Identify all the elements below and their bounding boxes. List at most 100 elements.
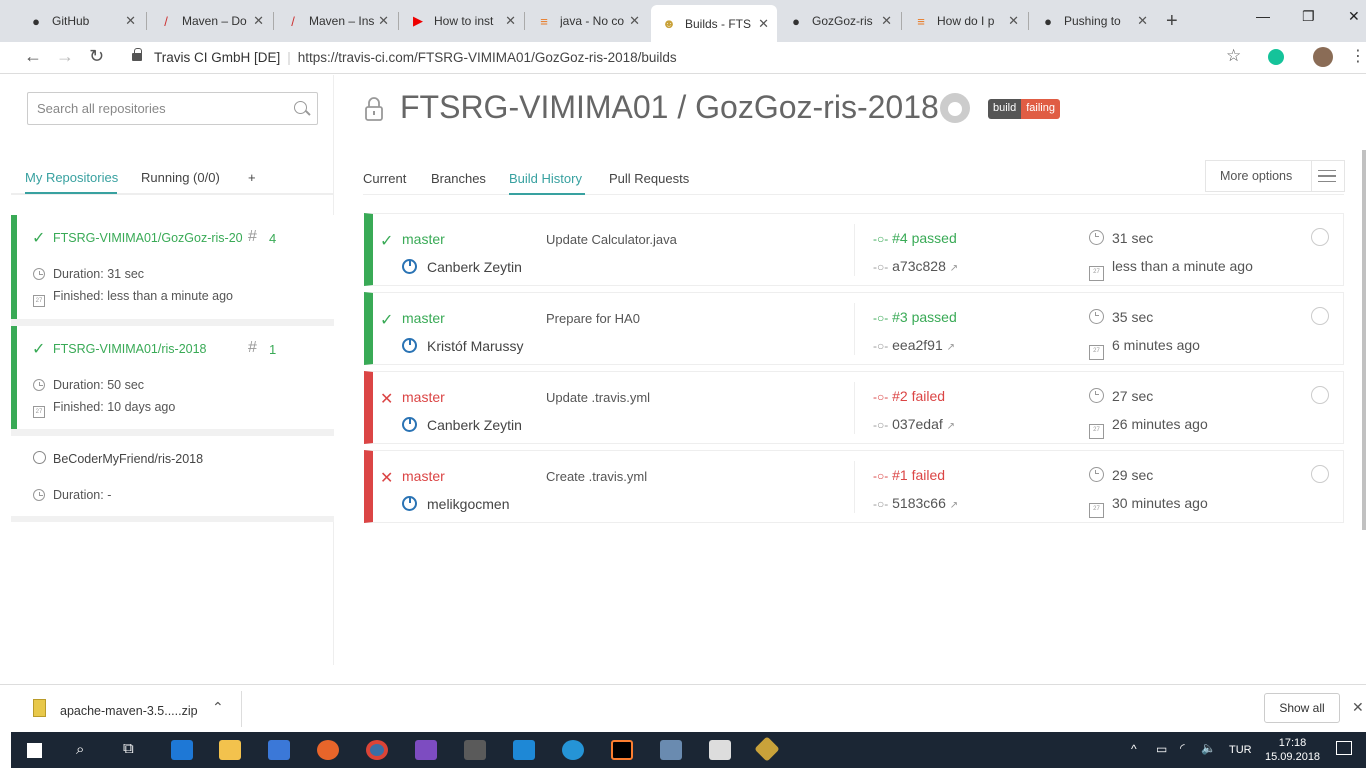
commit-sha[interactable]: -○- 037edaf ↗: [873, 416, 955, 432]
browser-tab-github[interactable]: ● GitHub ✕: [18, 7, 144, 35]
volume-icon[interactable]: 🔈: [1201, 741, 1216, 755]
close-tab-icon[interactable]: ✕: [758, 16, 769, 32]
repo-name[interactable]: BeCoderMyFriend/ris-2018: [53, 452, 203, 466]
close-tab-icon[interactable]: ✕: [629, 13, 640, 29]
more-options-button[interactable]: More options: [1205, 160, 1345, 192]
repo-item[interactable]: ✓ FTSRG-VIMIMA01/GozGoz-ris-2018 # 4 Dur…: [11, 215, 334, 319]
new-tab-button[interactable]: +: [1166, 10, 1178, 33]
file-explorer-icon[interactable]: [219, 740, 241, 760]
browser-tab-stackoverflow-how[interactable]: ≡ How do I p ✕: [903, 7, 1027, 35]
chevron-up-icon[interactable]: ⌃: [212, 699, 224, 716]
close-icon[interactable]: ✕: [1352, 699, 1364, 716]
close-tab-icon[interactable]: ✕: [378, 13, 389, 29]
close-window-icon[interactable]: ✕: [1348, 8, 1360, 25]
close-tab-icon[interactable]: ✕: [505, 13, 516, 29]
edge-icon[interactable]: [171, 740, 193, 760]
firefox-icon[interactable]: [317, 740, 339, 760]
store-icon[interactable]: [268, 740, 290, 760]
build-state[interactable]: -○- #1 failed: [873, 467, 945, 483]
browser-tab-github-repo[interactable]: ● GozGoz-ris ✕: [778, 7, 900, 35]
tab-branches[interactable]: Branches: [431, 171, 486, 186]
app-icon[interactable]: [562, 740, 584, 760]
search-icon[interactable]: ⌕: [76, 741, 84, 758]
hamburger-icon[interactable]: [1318, 170, 1336, 182]
tab-build-history[interactable]: Build History: [509, 171, 582, 186]
browser-tab-stackoverflow-java[interactable]: ≡ java - No co ✕: [526, 7, 648, 35]
intellij-icon[interactable]: [611, 740, 633, 760]
close-tab-icon[interactable]: ✕: [881, 13, 892, 29]
row-divider: [854, 303, 855, 355]
visual-studio-icon[interactable]: [415, 740, 437, 760]
build-branch[interactable]: master: [402, 231, 445, 247]
search-input[interactable]: Search all repositories: [27, 92, 318, 125]
bookmark-star-icon[interactable]: ☆: [1226, 46, 1241, 66]
grammarly-icon[interactable]: [1268, 49, 1284, 65]
browser-tab-maven-install[interactable]: / Maven – Ins ✕: [275, 7, 397, 35]
browser-tab-youtube[interactable]: ▶ How to inst ✕: [400, 7, 524, 35]
profile-avatar[interactable]: [1313, 47, 1333, 67]
tab-running[interactable]: Running (0/0): [141, 170, 220, 185]
movie-maker-icon[interactable]: [464, 740, 486, 760]
chrome-icon[interactable]: [366, 740, 388, 760]
repo-item[interactable]: BeCoderMyFriend/ris-2018 Duration: -: [11, 436, 334, 516]
search-icon[interactable]: [294, 101, 307, 114]
photos-icon[interactable]: [709, 740, 731, 760]
build-branch[interactable]: master: [402, 468, 445, 484]
input-language[interactable]: TUR: [1229, 744, 1252, 756]
restart-build-icon[interactable]: [1311, 307, 1329, 325]
restart-build-icon[interactable]: [1311, 228, 1329, 246]
close-tab-icon[interactable]: ✕: [253, 13, 264, 29]
tray-chevron-icon[interactable]: ^: [1131, 742, 1137, 756]
commit-sha[interactable]: -○- a73c828 ↗: [873, 258, 958, 274]
build-branch[interactable]: master: [402, 389, 445, 405]
tab-my-repositories[interactable]: My Repositories: [25, 170, 118, 185]
browser-tab-maven-download[interactable]: / Maven – Do ✕: [148, 7, 272, 35]
repo-item[interactable]: ✓ FTSRG-VIMIMA01/ris-2018 # 1 Duration: …: [11, 326, 334, 429]
github-icon[interactable]: [940, 93, 970, 123]
forward-arrow-icon[interactable]: →: [56, 46, 74, 67]
close-tab-icon[interactable]: ✕: [1137, 13, 1148, 29]
build-finished: 27 less than a minute ago: [1089, 258, 1253, 281]
paint-icon[interactable]: [660, 740, 682, 760]
build-row[interactable]: ✓ master Prepare for HA0 Kristóf Marussy…: [364, 292, 1344, 365]
windows-start-icon[interactable]: [27, 743, 42, 758]
wifi-icon[interactable]: ◜: [1180, 741, 1185, 755]
build-row[interactable]: ✕ master Create .travis.yml melikgocmen …: [364, 450, 1344, 523]
close-tab-icon[interactable]: ✕: [125, 13, 136, 29]
repo-name[interactable]: FTSRG-VIMIMA01/ris-2018: [53, 342, 243, 356]
show-all-button[interactable]: Show all: [1264, 693, 1340, 723]
task-view-icon[interactable]: ⧉: [123, 740, 134, 757]
system-clock[interactable]: 17:18 15.09.2018: [1265, 736, 1320, 764]
git-icon[interactable]: [754, 736, 780, 762]
battery-icon[interactable]: ▭: [1156, 742, 1167, 756]
commit-sha[interactable]: -○- eea2f91 ↗: [873, 337, 955, 353]
notifications-icon[interactable]: [1336, 741, 1352, 755]
build-row[interactable]: ✓ master Update Calculator.java Canberk …: [364, 213, 1344, 286]
build-status-badge[interactable]: build failing: [988, 99, 1060, 119]
browser-tab-travis-builds[interactable]: ☻ Builds - FTS ✕: [651, 5, 777, 42]
back-arrow-icon[interactable]: ←: [24, 46, 42, 67]
repo-name[interactable]: FTSRG-VIMIMA01/GozGoz-ris-2018: [53, 231, 243, 245]
build-state[interactable]: -○- #3 passed: [873, 309, 957, 325]
tab-pull-requests[interactable]: Pull Requests: [609, 171, 689, 186]
close-tab-icon[interactable]: ✕: [1008, 13, 1019, 29]
download-filename[interactable]: apache-maven-3.5.....zip: [60, 704, 198, 718]
reload-icon[interactable]: ↻: [89, 46, 104, 67]
address-bar[interactable]: Travis CI GmbH [DE] | https://travis-ci.…: [120, 44, 1255, 70]
more-options-divider: [1311, 161, 1312, 191]
vscode-icon[interactable]: [513, 740, 535, 760]
build-row[interactable]: ✕ master Update .travis.yml Canberk Zeyt…: [364, 371, 1344, 444]
minimize-icon[interactable]: —: [1256, 8, 1270, 24]
restart-build-icon[interactable]: [1311, 386, 1329, 404]
restore-icon[interactable]: ❐: [1302, 8, 1315, 25]
tab-current[interactable]: Current: [363, 171, 406, 186]
browser-tab-pushing[interactable]: ● Pushing to ✕: [1030, 7, 1156, 35]
menu-dots-icon[interactable]: ⋮: [1350, 46, 1366, 66]
build-state[interactable]: -○- #4 passed: [873, 230, 957, 246]
restart-build-icon[interactable]: [1311, 465, 1329, 483]
build-branch[interactable]: master: [402, 310, 445, 326]
commit-sha[interactable]: -○- 5183c66 ↗: [873, 495, 958, 511]
build-state[interactable]: -○- #2 failed: [873, 388, 945, 404]
scrollbar-thumb[interactable]: [1362, 150, 1366, 530]
add-repo-tab[interactable]: +: [248, 170, 256, 185]
